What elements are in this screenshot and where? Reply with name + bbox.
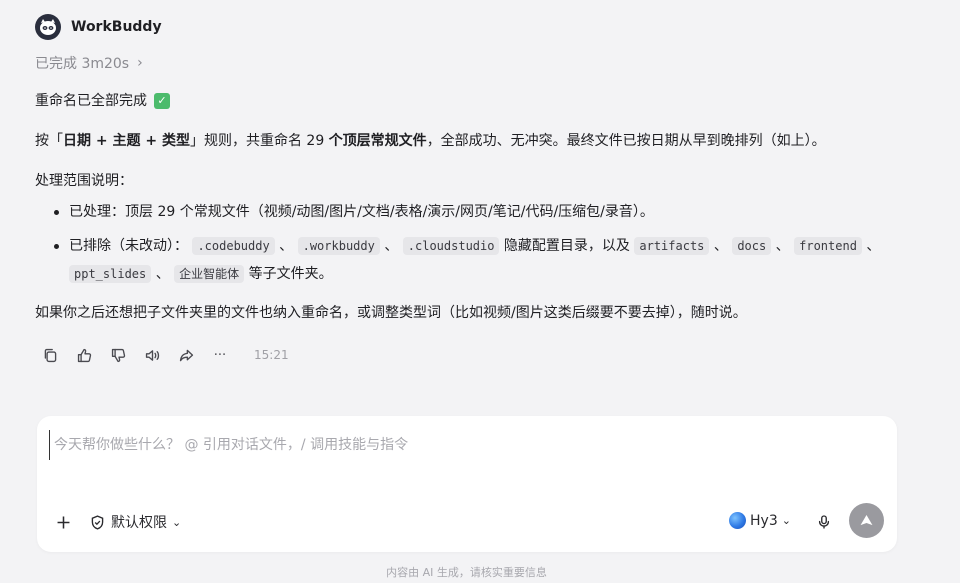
followup-paragraph: 如果你之后还想把子文件夹里的文件也纳入重命名，或调整类型词（比如视频/图片这类后… [35,305,747,321]
microphone-icon[interactable] [813,511,835,533]
share-icon[interactable] [176,345,196,365]
assistant-message: 重命名已全部完成 ✓ 按「日期 + 主题 + 类型」规则，共重命名 29 个顶层… [35,90,925,324]
more-icon[interactable]: ··· [210,345,230,365]
chevron-down-icon: ⌄ [172,515,182,529]
check-mark-icon: ✓ [154,93,170,109]
code-ppt-slides: ppt_slides [69,265,152,283]
ai-disclaimer: 内容由 AI 生成，请核实重要信息 [386,566,547,579]
chat-message-area: WorkBuddy 已完成 3m20s › 重命名已全部完成 ✓ 按「日期 + … [0,0,960,400]
heading-text: 重命名已全部完成 [35,93,147,109]
scope-title: 处理范围说明： [35,173,133,189]
code-frontend: frontend [794,237,862,255]
list-item: 已排除（未改动）： .codebuddy 、 .workbuddy 、 .clo… [35,232,925,288]
shield-check-icon [91,514,104,530]
code-docs: docs [732,237,772,255]
list-item: 已处理：顶层 29 个常规文件（视频/动图/图片/文档/表格/演示/网页/笔记/… [35,198,925,226]
count-text: 个顶层常规文件 [328,133,427,149]
copy-icon[interactable] [40,345,60,365]
raccoon-logo-icon [35,14,61,40]
bullet-excluded-mid: 隐藏配置目录，以及 [503,238,635,254]
model-label: Hy3 [750,512,778,529]
completion-status[interactable]: 已完成 3m20s › [35,53,143,73]
plus-icon[interactable] [53,512,73,532]
separator: 、 [775,238,790,254]
thumbs-up-icon[interactable] [74,345,94,365]
scope-list: 已处理：顶层 29 个常规文件（视频/动图/图片/文档/表格/演示/网页/笔记/… [35,198,925,288]
send-button[interactable] [849,503,884,538]
code-cloudstudio: .cloudstudio [402,237,500,255]
separator: 、 [713,238,728,254]
code-codebuddy: .codebuddy [192,237,275,255]
separator: 、 [279,238,294,254]
separator: 、 [384,238,399,254]
arrow-up-icon [860,514,873,526]
message-timestamp: 15:21 [254,348,289,362]
model-selector[interactable]: Hy3 ⌄ [729,512,791,529]
rule-text: 日期 + 主题 + 类型 [63,133,190,149]
message-actions: ··· 15:21 [40,345,289,365]
model-logo-icon [729,512,746,529]
code-enterprise-agent: 企业智能体 [174,265,245,283]
agent-header: WorkBuddy [35,14,162,40]
message-heading: 重命名已全部完成 ✓ [35,90,925,112]
summary-text-rest: ，全部成功、无冲突。最终文件已按日期从早到晚排列（如上）。 [426,133,826,149]
summary-text-mid: 」规则，共重命名 29 [189,133,329,149]
separator: 、 [155,266,170,282]
speaker-icon[interactable] [142,345,162,365]
thumbs-down-icon[interactable] [108,345,128,365]
chevron-down-icon: ⌄ [781,514,791,527]
code-artifacts: artifacts [634,237,710,255]
bullet-excluded-tail: 等子文件夹。 [248,266,333,282]
message-composer: 默认权限 ⌄ Hy3 ⌄ [37,416,897,552]
permission-selector[interactable]: 默认权限 ⌄ [89,512,181,532]
agent-name: WorkBuddy [71,19,162,35]
completion-status-text: 已完成 3m20s [35,56,130,72]
summary-text-pre: 按「 [35,133,63,149]
bullet-processed-text: 已处理：顶层 29 个常规文件（视频/动图/图片/文档/表格/演示/网页/笔记/… [69,204,654,220]
bullet-excluded-label: 已排除（未改动）： [69,238,188,254]
chevron-right-icon: › [137,55,143,71]
summary-paragraph: 按「日期 + 主题 + 类型」规则，共重命名 29 个顶层常规文件，全部成功、无… [35,130,925,152]
permission-label: 默认权限 [111,515,167,531]
code-workbuddy: .workbuddy [297,237,380,255]
separator: 、 [866,238,881,254]
chat-input[interactable] [49,430,869,460]
